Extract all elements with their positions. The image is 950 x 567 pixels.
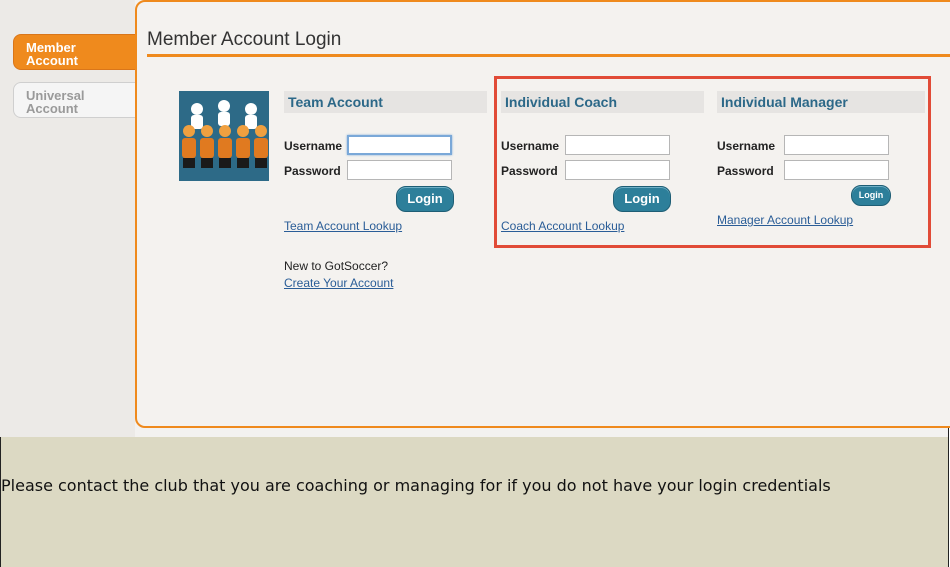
team-username-label: Username: [284, 139, 343, 153]
footer-message: Please contact the club that you are coa…: [1, 476, 831, 495]
team-account-heading: Team Account: [284, 91, 487, 113]
tab-universal-line2: Account: [26, 101, 78, 116]
tab-universal-account[interactable]: Universal Account: [13, 82, 137, 118]
team-password-input[interactable]: [347, 160, 452, 180]
team-password-label: Password: [284, 164, 341, 178]
new-to-gotsoccer-text: New to GotSoccer?: [284, 259, 389, 273]
highlight-annotation-box: [494, 76, 931, 248]
page-title: Member Account Login: [147, 29, 342, 50]
tab-member-line2: Account: [26, 53, 78, 68]
team-account-lookup-link[interactable]: Team Account Lookup: [284, 219, 402, 233]
team-login-button[interactable]: Login: [396, 186, 454, 212]
create-account-link[interactable]: Create Your Account: [284, 276, 393, 290]
team-account-section: Team Account Username Password Login Tea…: [284, 91, 487, 291]
title-divider: [147, 54, 950, 57]
tab-member-account[interactable]: Member Account: [13, 34, 137, 70]
team-username-input[interactable]: [347, 135, 452, 155]
team-players-icon: [179, 91, 269, 181]
account-tabs: Member Account Universal Account: [0, 0, 137, 437]
footer-note-bar: [1, 437, 948, 567]
